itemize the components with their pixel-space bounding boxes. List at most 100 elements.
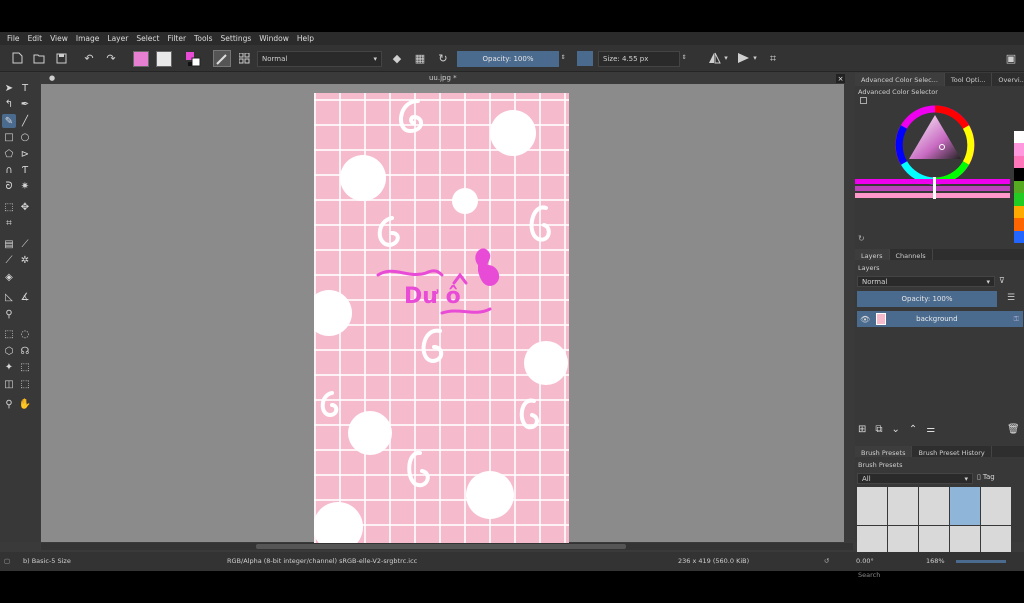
tag-selector[interactable]: ▯ Tag	[977, 473, 995, 481]
background-color-swatch[interactable]	[156, 50, 172, 67]
menu-tools[interactable]: Tools	[190, 34, 216, 43]
transform-tool-icon[interactable]: ⬚	[2, 200, 16, 214]
brush-preset-ink[interactable]	[857, 487, 887, 525]
multibrush-icon[interactable]: ✷	[18, 179, 32, 193]
refresh-icon[interactable]: ↻	[858, 234, 865, 243]
layer-blend-select[interactable]: Normal ▾	[857, 276, 995, 287]
bezier-tool-icon[interactable]: ∩	[2, 163, 16, 177]
color-history-strip[interactable]	[1014, 131, 1024, 243]
menu-settings[interactable]: Settings	[217, 34, 256, 43]
freehand-path-icon[interactable]: Ƭ	[18, 163, 32, 177]
mirror-vertical-icon[interactable]	[736, 51, 750, 65]
reload-preset-icon[interactable]: ↻	[436, 51, 450, 65]
eye-icon[interactable]: 👁	[860, 315, 870, 324]
brush-search-input[interactable]: Search	[858, 571, 880, 579]
lock-icon[interactable]: ⚿	[1014, 315, 1019, 324]
similar-select-icon[interactable]: ⬚	[18, 360, 32, 374]
layer-properties-icon[interactable]: ⚌	[926, 424, 935, 435]
scrollbar-thumb[interactable]	[256, 544, 626, 549]
line-tool-icon[interactable]: ╱	[18, 114, 32, 128]
foreground-color-swatch[interactable]	[133, 50, 149, 67]
rectangle-tool-icon[interactable]: □	[2, 130, 16, 144]
add-layer-icon[interactable]: ⊞	[858, 424, 866, 435]
layer-opacity-slider[interactable]: Opacity: 100%	[857, 291, 997, 307]
horizontal-scrollbar[interactable]	[41, 543, 853, 550]
flow-slider[interactable]	[577, 51, 593, 66]
colorize-mask-icon[interactable]: ✲	[18, 253, 32, 267]
color-picker-icon[interactable]: ⟋	[18, 237, 32, 251]
crop-tool-icon[interactable]: ⌗	[2, 216, 16, 230]
settings-panel-icon[interactable]: ▣	[1004, 51, 1018, 65]
size-stepper[interactable]: ⇕	[680, 51, 688, 65]
menu-layer[interactable]: Layer	[103, 34, 132, 43]
open-document-icon[interactable]	[32, 51, 46, 65]
close-document-button[interactable]: ×	[836, 74, 845, 83]
edit-shapes-icon[interactable]: ↰	[2, 97, 16, 111]
eraser-mode-icon[interactable]: ◆	[390, 51, 404, 65]
pan-tool-icon[interactable]: ✋	[18, 397, 32, 411]
tab-overview[interactable]: Overvi...	[992, 73, 1024, 86]
gradient-tool-icon[interactable]: ▤	[2, 237, 16, 251]
menu-edit[interactable]: Edit	[24, 34, 47, 43]
canvas-image[interactable]: Dư ô	[314, 93, 569, 543]
brush-preset-eraser[interactable]	[981, 487, 1011, 525]
move-layer-down-icon[interactable]: ⌄	[892, 424, 900, 435]
preserve-alpha-icon[interactable]: ▦	[413, 51, 427, 65]
menu-window[interactable]: Window	[255, 34, 293, 43]
polygon-tool-icon[interactable]: ⬠	[2, 147, 16, 161]
filter-icon[interactable]: ⊽	[999, 276, 1005, 285]
wrap-around-icon[interactable]: ⌗	[766, 51, 780, 65]
magnetic-select-icon[interactable]: ⬚	[18, 377, 32, 391]
rotate-reset-icon[interactable]: ↺	[824, 557, 829, 565]
opacity-stepper[interactable]: ⇕	[559, 51, 567, 65]
ellipse-select-icon[interactable]: ◌	[18, 327, 32, 341]
zoom-tool-icon[interactable]: ⚲	[2, 397, 16, 411]
bezier-select-icon[interactable]: ◫	[2, 377, 16, 391]
tab-channels[interactable]: Channels	[890, 249, 933, 260]
brush-preset-selected[interactable]	[950, 487, 980, 525]
freehand-brush-icon[interactable]: ✎	[2, 114, 16, 128]
canvas-area[interactable]: ● uu.jpg * × Dư ô	[41, 73, 853, 550]
tab-brush-presets[interactable]: Brush Presets	[855, 446, 913, 457]
reference-tool-icon[interactable]: ⚲	[2, 307, 16, 321]
brush-preset-marker[interactable]	[919, 487, 949, 525]
color-wheel[interactable]	[855, 91, 1015, 211]
calligraphy-icon[interactable]: ✒	[18, 97, 32, 111]
tab-layers[interactable]: Layers	[855, 249, 890, 260]
brush-preset-icon[interactable]	[213, 50, 231, 67]
undo-icon[interactable]: ↶	[82, 51, 96, 65]
ellipse-tool-icon[interactable]: ○	[18, 130, 32, 144]
redo-icon[interactable]: ↷	[104, 51, 118, 65]
tab-advanced-color[interactable]: Advanced Color Selec...	[855, 73, 945, 86]
mirror-v-dropdown-icon[interactable]: ▾	[751, 51, 759, 65]
brush-size-field[interactable]: Size: 4.55 px	[598, 51, 680, 67]
mirror-h-dropdown-icon[interactable]: ▾	[722, 51, 730, 65]
delete-layer-icon[interactable]: 🗑	[1007, 424, 1020, 435]
menu-filter[interactable]: Filter	[163, 34, 190, 43]
layer-menu-icon[interactable]: ☰	[1007, 293, 1015, 303]
grid-options-icon[interactable]	[237, 51, 251, 65]
save-icon[interactable]	[54, 51, 68, 65]
new-document-icon[interactable]	[10, 51, 24, 65]
polygon-select-icon[interactable]: ⬡	[2, 344, 16, 358]
menu-help[interactable]: Help	[293, 34, 318, 43]
brush-preset-pencil[interactable]	[888, 487, 918, 525]
brush-filter-select[interactable]: All ▾	[857, 473, 973, 484]
tab-tool-options[interactable]: Tool Opti...	[945, 73, 993, 86]
polyline-tool-icon[interactable]: ⊳	[18, 147, 32, 161]
duplicate-layer-icon[interactable]: ⧉	[875, 424, 882, 435]
assistant-tool-icon[interactable]: ◺	[2, 290, 16, 304]
dynamic-brush-icon[interactable]: ᘐ	[2, 179, 16, 193]
menu-file[interactable]: File	[3, 34, 24, 43]
fill-tool-icon[interactable]: ◈	[2, 270, 16, 284]
freehand-select-icon[interactable]: ☊	[18, 344, 32, 358]
measure-tool-icon[interactable]: ∡	[18, 290, 32, 304]
select-shapes-icon[interactable]: ➤	[2, 81, 16, 95]
blend-mode-select[interactable]: Normal ▾	[257, 51, 382, 67]
mirror-horizontal-icon[interactable]	[707, 51, 721, 65]
zoom-slider[interactable]	[956, 560, 1006, 563]
opacity-slider[interactable]: Opacity: 100%	[457, 51, 559, 67]
contiguous-select-icon[interactable]: ✦	[2, 360, 16, 374]
document-tab[interactable]: ● uu.jpg * ×	[41, 73, 853, 84]
layer-row-background[interactable]: 👁 background ⚿	[857, 311, 1023, 327]
